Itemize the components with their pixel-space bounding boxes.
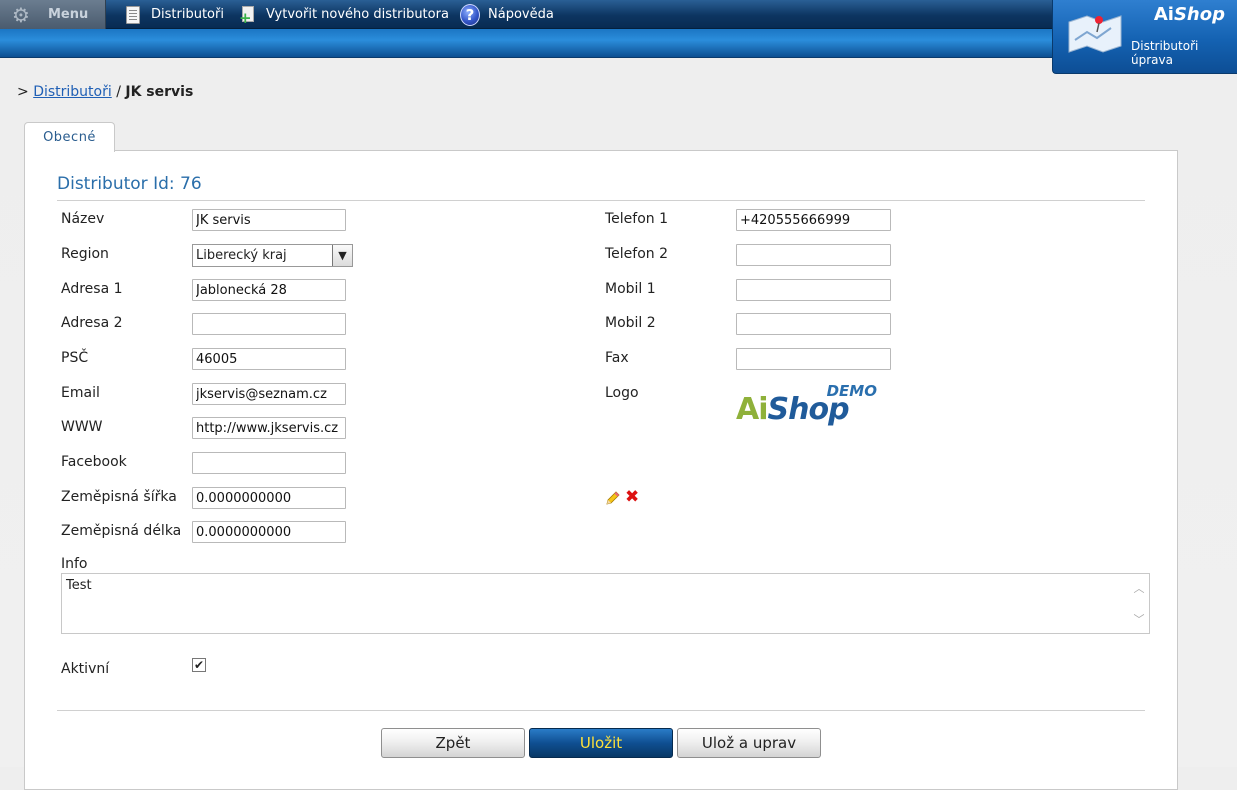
chevron-up-icon[interactable]: ︿ (1134, 580, 1145, 596)
back-button[interactable]: Zpět (381, 728, 525, 758)
document-icon (123, 5, 143, 25)
save-and-edit-button[interactable]: Ulož a uprav (677, 728, 821, 758)
breadcrumb-current: JK servis (125, 84, 194, 100)
region-selected-value: Liberecký kraj (196, 248, 287, 263)
brand-logo: AiShop (1153, 4, 1225, 25)
gear-icon: ⚙ (12, 2, 30, 27)
label-active: Aktivní (61, 661, 110, 677)
adresa-1-input[interactable] (192, 279, 346, 301)
fax-input[interactable] (736, 348, 891, 370)
chevron-down-icon[interactable]: ﹀ (1134, 611, 1145, 627)
longitude-input[interactable] (192, 521, 346, 543)
breadcrumb-link-distributori[interactable]: Distributoři (33, 84, 112, 100)
nazev-input[interactable] (192, 209, 346, 231)
delete-icon[interactable]: ✖ (625, 489, 639, 506)
distributor-logo: DEMO AiShop (736, 382, 881, 428)
label-logo: Logo (605, 385, 639, 401)
label-adresa-2: Adresa 2 (61, 315, 123, 331)
scrollbar[interactable]: ︿ ﹀ (1131, 576, 1147, 631)
nav-create-label: Vytvořit nového distributora (266, 7, 449, 22)
info-text: Test (66, 578, 92, 593)
label-email: Email (61, 385, 100, 401)
label-www: WWW (61, 419, 103, 435)
region-select[interactable]: Liberecký kraj ▼ (192, 244, 353, 267)
label-telefon-1: Telefon 1 (605, 211, 669, 227)
mobil-2-input[interactable] (736, 313, 891, 335)
psc-input[interactable] (192, 348, 346, 370)
breadcrumb-separator: / (116, 84, 121, 100)
mobil-1-input[interactable] (736, 279, 891, 301)
nav-create-distributor[interactable]: + Vytvořit nového distributora (238, 0, 449, 29)
chevron-down-icon[interactable]: ▼ (332, 245, 352, 266)
pencil-icon[interactable] (605, 490, 621, 506)
new-document-icon: + (238, 5, 258, 25)
badge-line-1: Distributoři (1131, 39, 1199, 53)
telefon-2-input[interactable] (736, 244, 891, 266)
label-psc: PSČ (61, 350, 89, 366)
adresa-2-input[interactable] (192, 313, 346, 335)
nav-help-label: Nápověda (488, 7, 554, 22)
label-nazev: Název (61, 211, 105, 227)
logo-brand-text: AiShop (736, 392, 850, 427)
www-input[interactable] (192, 417, 346, 439)
info-textarea[interactable]: Test ︿ ﹀ (61, 573, 1150, 634)
divider-bottom (57, 710, 1145, 711)
tab-obecne-label: Obecné (43, 130, 96, 145)
latitude-input[interactable] (192, 487, 346, 509)
label-longitude: Zeměpisná délka (61, 523, 182, 539)
nav-distributori-label: Distributoři (151, 7, 224, 22)
nav-help[interactable]: ? Nápověda (460, 0, 554, 29)
label-telefon-2: Telefon 2 (605, 246, 669, 262)
label-adresa-1: Adresa 1 (61, 281, 123, 297)
active-checkbox[interactable]: ✔ (192, 658, 206, 672)
divider-top (57, 200, 1145, 201)
badge-label: Distributoři úprava (1131, 39, 1198, 67)
label-fax: Fax (605, 350, 629, 366)
label-mobil-2: Mobil 2 (605, 315, 656, 331)
page-title: Distributor Id: 76 (57, 174, 202, 194)
tab-obecne[interactable]: Obecné (24, 122, 115, 152)
nav-distributori[interactable]: Distributoři (123, 0, 224, 29)
telefon-1-input[interactable] (736, 209, 891, 231)
menu-button[interactable]: ⚙ Menu (0, 0, 106, 29)
breadcrumb: > Distributoři / JK servis (17, 84, 193, 100)
checkmark-icon: ✔ (193, 658, 205, 672)
app-badge: AiShop Distributoři úprava (1052, 0, 1237, 74)
save-button[interactable]: Uložit (529, 728, 673, 758)
label-mobil-1: Mobil 1 (605, 281, 656, 297)
map-icon (1068, 15, 1122, 53)
help-icon: ? (460, 3, 480, 26)
breadcrumb-prefix: > (17, 84, 29, 100)
label-facebook: Facebook (61, 454, 127, 470)
facebook-input[interactable] (192, 452, 346, 474)
label-info: Info (61, 556, 88, 572)
badge-line-2: úprava (1131, 53, 1173, 67)
email-input[interactable] (192, 383, 346, 405)
label-latitude: Zeměpisná šířka (61, 489, 177, 505)
label-region: Region (61, 246, 109, 262)
menu-label: Menu (48, 7, 89, 22)
